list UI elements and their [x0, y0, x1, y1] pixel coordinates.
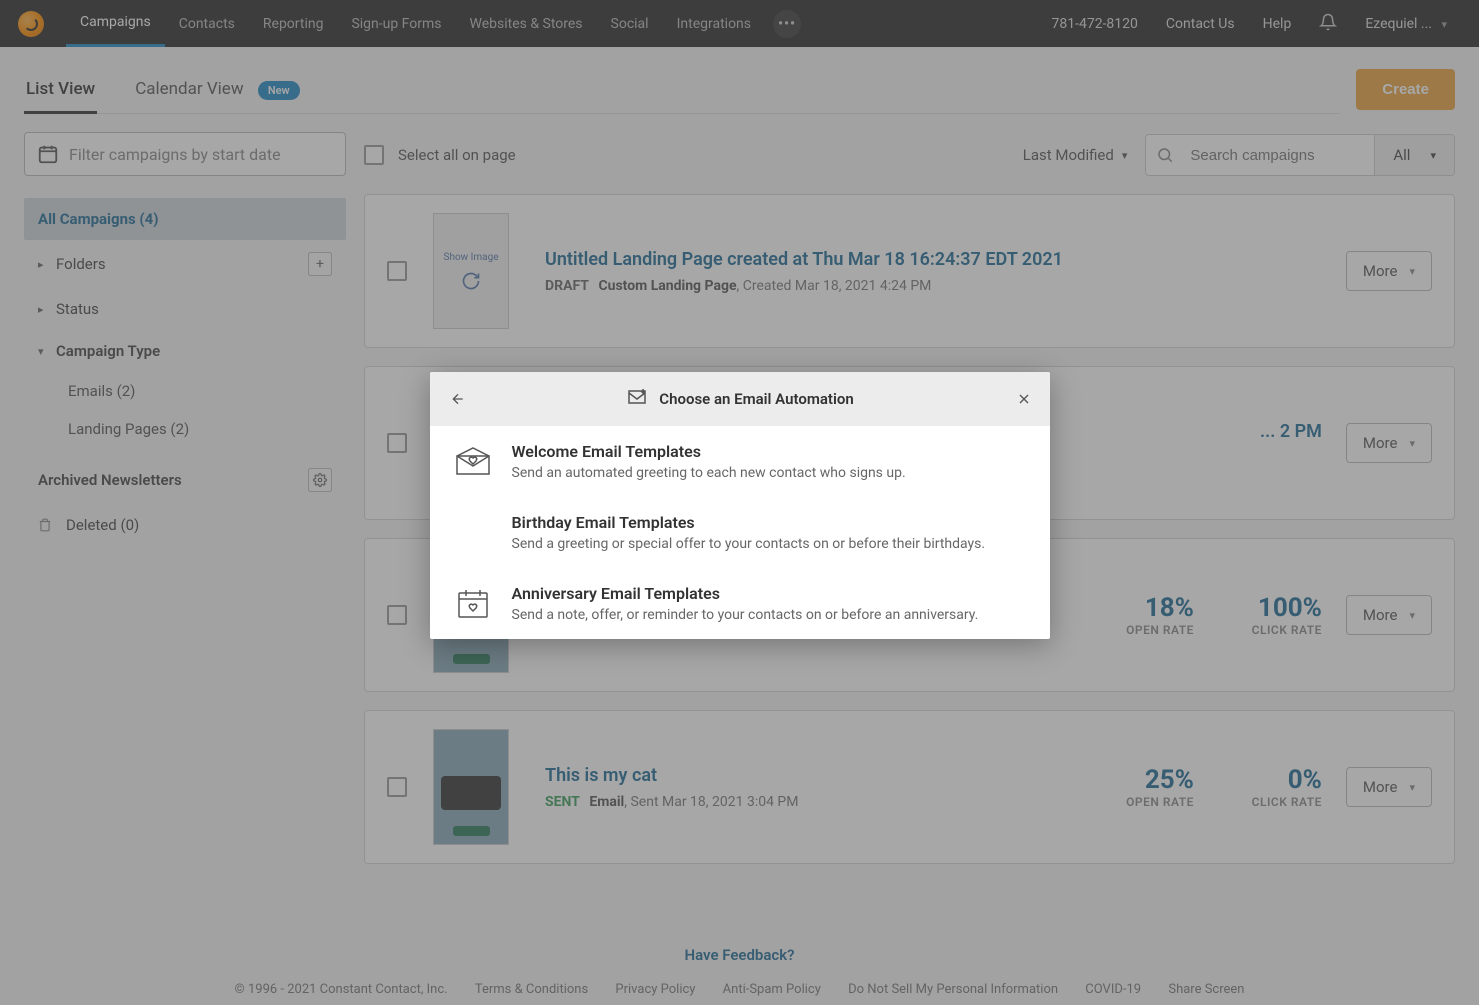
- close-icon: [1016, 391, 1032, 407]
- modal-title: Choose an Email Automation: [659, 390, 853, 408]
- close-button[interactable]: [1016, 391, 1032, 407]
- automation-item-title: Welcome Email Templates: [512, 442, 906, 461]
- automation-welcome[interactable]: Welcome Email Templates Send an automate…: [430, 426, 1050, 497]
- automation-item-desc: Send a greeting or special offer to your…: [512, 536, 986, 552]
- envelope-heart-icon: [454, 442, 492, 480]
- back-button[interactable]: [448, 391, 468, 407]
- automation-birthday[interactable]: Birthday Email Templates Send a greeting…: [430, 497, 1050, 568]
- modal-overlay[interactable]: Choose an Email Automation Welcome Email…: [0, 0, 1479, 1005]
- automation-item-title: Birthday Email Templates: [512, 513, 986, 532]
- calendar-heart-icon: [454, 584, 492, 622]
- automation-item-title: Anniversary Email Templates: [512, 584, 979, 603]
- arrow-left-icon: [448, 391, 468, 407]
- automation-anniversary[interactable]: Anniversary Email Templates Send a note,…: [430, 568, 1050, 639]
- automation-icon: [625, 387, 649, 411]
- automation-modal: Choose an Email Automation Welcome Email…: [430, 372, 1050, 639]
- automation-item-desc: Send an automated greeting to each new c…: [512, 465, 906, 481]
- automation-item-desc: Send a note, offer, or reminder to your …: [512, 607, 979, 623]
- modal-header: Choose an Email Automation: [430, 372, 1050, 426]
